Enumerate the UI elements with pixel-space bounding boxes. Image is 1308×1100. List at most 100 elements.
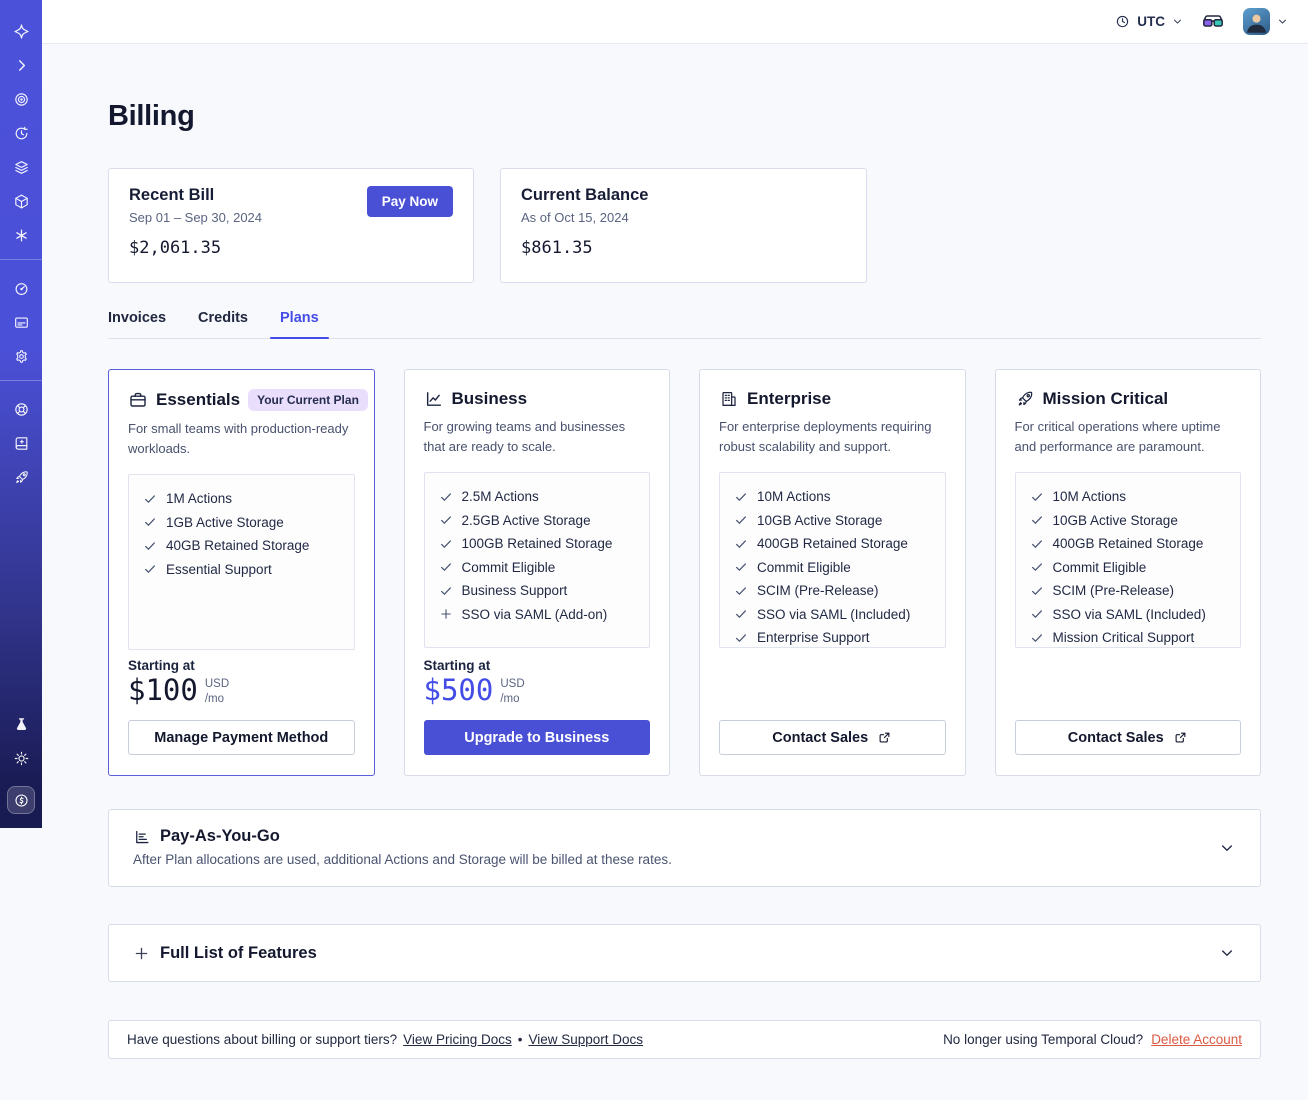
plan-feature: 1M Actions xyxy=(143,491,340,506)
plan-feature: SCIM (Pre-Release) xyxy=(734,583,931,598)
essentials-cta-button[interactable]: Manage Payment Method xyxy=(128,720,355,755)
support-docs-link[interactable]: View Support Docs xyxy=(528,1032,643,1047)
labs-flask-icon[interactable] xyxy=(0,712,42,736)
plan-price-label: Starting at xyxy=(128,658,195,674)
plan-feature: 10M Actions xyxy=(734,489,931,504)
plan-price-amount: $100 xyxy=(128,673,198,708)
check-icon xyxy=(734,607,748,621)
plan-price: Starting at $500 USD /mo xyxy=(424,658,651,707)
plan-feature: Mission Critical Support xyxy=(1030,630,1227,645)
tab-credits[interactable]: Credits xyxy=(198,310,248,338)
plan-price-amount: $500 xyxy=(423,673,494,708)
plan-price-label: Starting at xyxy=(423,658,491,674)
expand-sidebar-icon[interactable] xyxy=(0,53,42,77)
mission-critical-cta-button[interactable]: Contact Sales xyxy=(1014,720,1241,755)
plan-feature-list: 2.5M Actions 2.5GB Active Storage 100GB … xyxy=(423,472,650,648)
page-title: Billing xyxy=(108,100,195,132)
check-icon xyxy=(734,631,748,645)
payg-panel: Pay-As-You-Go After Plan allocations are… xyxy=(108,809,1261,887)
account-menu[interactable] xyxy=(1243,8,1288,35)
sidebar-group-main xyxy=(0,19,42,257)
getting-started-icon[interactable] xyxy=(0,465,42,489)
avatar xyxy=(1243,8,1270,35)
theme-toggle-icon[interactable] xyxy=(0,746,42,770)
plan-feature-list: 10M Actions 10GB Active Storage 400GB Re… xyxy=(1014,472,1241,648)
sidebar-divider xyxy=(0,259,42,260)
pricing-docs-link[interactable]: View Pricing Docs xyxy=(403,1032,512,1047)
check-icon xyxy=(439,490,453,504)
plan-feature: Commit Eligible xyxy=(1030,560,1227,575)
billing-card-icon[interactable] xyxy=(0,310,42,334)
plan-feature: 400GB Retained Storage xyxy=(734,536,931,551)
settings-gear-icon[interactable] xyxy=(0,344,42,368)
temporal-logo-icon[interactable] xyxy=(0,19,42,43)
plan-feature: 40GB Retained Storage xyxy=(143,538,340,553)
plan-feature: Commit Eligible xyxy=(439,560,636,575)
check-icon xyxy=(1030,490,1044,504)
namespaces-icon[interactable] xyxy=(0,87,42,111)
sidebar-divider xyxy=(0,380,42,381)
tab-invoices[interactable]: Invoices xyxy=(108,310,166,338)
schedules-icon[interactable] xyxy=(0,121,42,145)
glasses-icon[interactable] xyxy=(1201,10,1225,34)
nexus-icon[interactable] xyxy=(0,223,42,247)
plan-feature: 2.5M Actions xyxy=(439,489,636,504)
check-icon xyxy=(143,515,157,529)
plan-card-essentials: Essentials Your Current Plan For small t… xyxy=(108,369,375,776)
plan-card-mission-critical: Mission Critical For critical operations… xyxy=(994,369,1261,776)
check-icon xyxy=(1030,537,1044,551)
plan-feature: SCIM (Pre-Release) xyxy=(1030,583,1227,598)
footer-left: Have questions about billing or support … xyxy=(127,1032,643,1047)
check-icon xyxy=(143,492,157,506)
check-icon xyxy=(734,490,748,504)
payg-description: After Plan allocations are used, additio… xyxy=(133,852,672,867)
billing-page: Billing Recent Bill Sep 01 – Sep 30, 202… xyxy=(108,44,1261,1059)
plan-footer: Contact Sales xyxy=(1014,720,1241,755)
footer-right: No longer using Temporal Cloud? Delete A… xyxy=(943,1032,1242,1047)
plan-feature: SSO via SAML (Included) xyxy=(1030,607,1227,622)
pay-now-button[interactable]: Pay Now xyxy=(366,186,453,217)
delete-account-link[interactable]: Delete Account xyxy=(1151,1032,1242,1047)
check-icon xyxy=(734,560,748,574)
check-icon xyxy=(143,562,157,576)
current-balance-card: Current Balance As of Oct 15, 2024 $861.… xyxy=(500,168,867,283)
plan-header: Enterprise xyxy=(719,389,946,409)
billing-tabs: Invoices Credits Plans xyxy=(108,310,1261,339)
check-icon xyxy=(439,584,453,598)
chevron-down-icon[interactable] xyxy=(1219,840,1235,856)
business-cta-button[interactable]: Upgrade to Business xyxy=(423,720,650,755)
full-features-panel: Full List of Features xyxy=(108,924,1261,982)
docs-icon[interactable] xyxy=(0,431,42,455)
plan-feature: SSO via SAML (Included) xyxy=(734,607,931,622)
plan-feature: 1GB Active Storage xyxy=(143,515,340,530)
check-icon xyxy=(1030,631,1044,645)
plan-header: Business xyxy=(424,389,651,409)
chevron-down-icon[interactable] xyxy=(1219,945,1235,961)
plan-feature: 10M Actions xyxy=(1030,489,1227,504)
plan-name: Enterprise xyxy=(747,389,832,408)
plan-feature: 400GB Retained Storage xyxy=(1030,536,1227,551)
external-link-icon xyxy=(877,730,892,745)
plan-feature: 10GB Active Storage xyxy=(734,513,931,528)
plan-feature: Essential Support xyxy=(143,562,340,577)
sidebar-group-help xyxy=(0,397,42,499)
usage-icon[interactable] xyxy=(0,276,42,300)
footer-bar: Have questions about billing or support … xyxy=(108,1020,1261,1059)
payg-title: Pay-As-You-Go xyxy=(160,827,280,845)
billing-dollar-icon[interactable] xyxy=(7,786,35,814)
workers-icon[interactable] xyxy=(0,189,42,213)
plan-name: Mission Critical xyxy=(1042,389,1169,408)
timezone-selector[interactable]: UTC xyxy=(1115,14,1183,29)
plan-name: Essentials xyxy=(156,390,241,409)
plan-price: Starting at $100 USD /mo xyxy=(128,658,355,707)
support-icon[interactable] xyxy=(0,397,42,421)
tab-plans[interactable]: Plans xyxy=(270,310,329,339)
plan-description: For critical operations where uptime and… xyxy=(1014,419,1221,454)
check-icon xyxy=(143,539,157,553)
enterprise-cta-button[interactable]: Contact Sales xyxy=(719,720,946,755)
current-plan-badge: Your Current Plan xyxy=(248,389,368,411)
plan-feature: 10GB Active Storage xyxy=(1030,513,1227,528)
deployments-icon[interactable] xyxy=(0,155,42,179)
full-features-title: Full List of Features xyxy=(160,943,317,962)
plan-feature: 2.5GB Active Storage xyxy=(439,513,636,528)
